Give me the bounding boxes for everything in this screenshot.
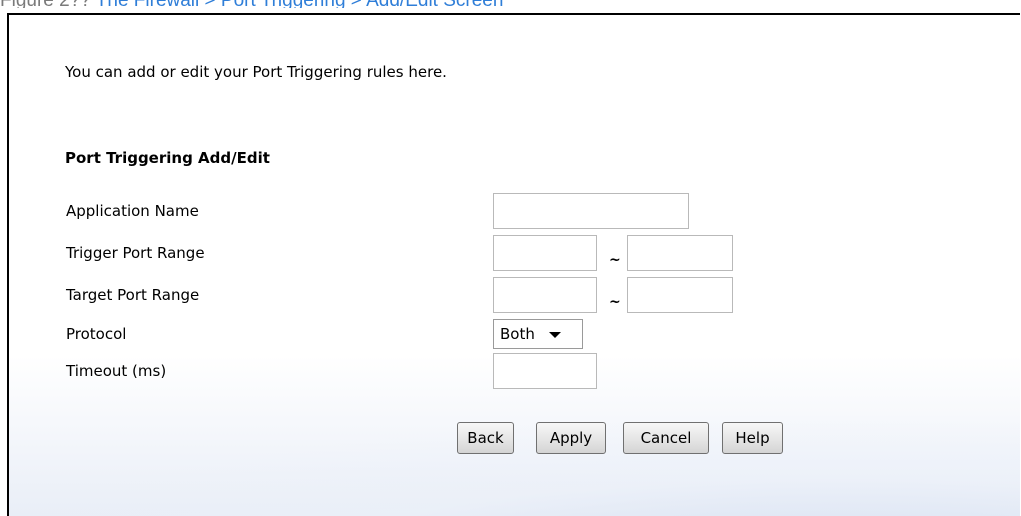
help-button[interactable]: Help: [722, 422, 783, 454]
protocol-selected-value: Both: [500, 325, 535, 343]
target-port-range-label: Target Port Range: [66, 286, 200, 304]
trigger-port-range-label: Trigger Port Range: [66, 244, 205, 262]
timeout-label: Timeout (ms): [66, 362, 167, 380]
figure-caption-prefix: Figure 2??: [0, 0, 96, 8]
intro-text: You can add or edit your Port Triggering…: [65, 63, 447, 81]
protocol-label: Protocol: [66, 325, 127, 343]
target-port-separator: ~: [609, 294, 621, 310]
back-button[interactable]: Back: [457, 422, 514, 454]
timeout-input[interactable]: [493, 353, 597, 389]
target-port-end-input[interactable]: [627, 277, 733, 313]
trigger-port-end-input[interactable]: [627, 235, 733, 271]
section-title: Port Triggering Add/Edit: [65, 149, 270, 167]
chevron-down-icon: [549, 332, 561, 338]
screen-frame: You can add or edit your Port Triggering…: [7, 13, 1020, 516]
figure-caption: Figure 2?? The Firewall > Port Triggerin…: [0, 0, 503, 8]
apply-button[interactable]: Apply: [536, 422, 606, 454]
application-name-input[interactable]: [493, 193, 689, 229]
protocol-select[interactable]: Both: [493, 319, 583, 349]
cancel-button[interactable]: Cancel: [623, 422, 709, 454]
target-port-start-input[interactable]: [493, 277, 597, 313]
trigger-port-start-input[interactable]: [493, 235, 597, 271]
trigger-port-separator: ~: [609, 252, 621, 268]
figure-caption-title: The Firewall > Port Triggering > Add/Edi…: [96, 0, 504, 8]
application-name-label: Application Name: [66, 202, 199, 220]
